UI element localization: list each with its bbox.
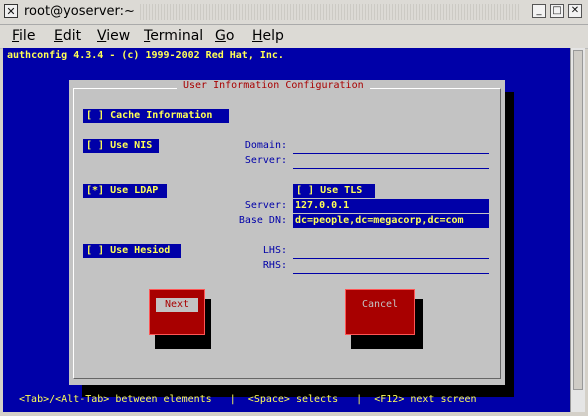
next-button-label: Next [156, 298, 198, 312]
ldap-checkbox-box: [*] [86, 185, 105, 196]
use-ldap-checkbox[interactable]: [*] Use LDAP [83, 184, 167, 198]
tls-checkbox-label: Use TLS [320, 185, 363, 196]
menu-terminal[interactable]: Terminal [144, 28, 203, 44]
window-menu-icon[interactable]: ✕ [4, 4, 18, 18]
key-help-line: <Tab>/<Alt-Tab> between elements | <Spac… [13, 394, 477, 405]
cache-checkbox-box: [ ] [86, 110, 105, 121]
nis-server-label: Server: [244, 155, 287, 166]
ldap-server-input[interactable]: 127.0.0.1 [293, 199, 489, 213]
close-button[interactable]: ✕ [568, 4, 582, 18]
menu-help-accel: H [252, 28, 263, 44]
cache-information-checkbox[interactable]: [ ] Cache Information [83, 109, 229, 123]
ldap-basedn-input[interactable]: dc=people,dc=megacorp,dc=com [293, 214, 489, 228]
menu-file[interactable]: File [12, 28, 35, 44]
user-info-dialog: User Information Configuration [ ] Cache… [69, 80, 505, 385]
use-hesiod-checkbox[interactable]: [ ] Use Hesiod [83, 244, 181, 258]
terminal-scrollbar[interactable] [570, 48, 585, 412]
cache-checkbox-label: Cache Information [110, 110, 213, 121]
nis-domain-input[interactable] [293, 139, 489, 154]
menu-file-label: ile [19, 28, 36, 44]
menu-bar: File Edit View Terminal Go Help [0, 25, 588, 49]
menu-edit-accel: E [54, 28, 63, 44]
title-bar-grip [140, 4, 520, 20]
menu-view[interactable]: View [97, 28, 130, 44]
menu-edit[interactable]: Edit [54, 28, 81, 44]
window-title: root@yoserver:~ [24, 4, 135, 19]
hesiod-rhs-input[interactable] [293, 259, 489, 274]
cancel-button-label: Cancel [361, 299, 399, 310]
menu-go-accel: G [215, 28, 226, 44]
menu-go-label: o [225, 28, 235, 44]
next-button[interactable]: Next [149, 289, 205, 335]
ldap-basedn-label: Base DN: [238, 215, 287, 226]
menu-view-label: iew [106, 28, 131, 44]
hesiod-lhs-input[interactable] [293, 244, 489, 259]
dialog-title: User Information Configuration [177, 80, 370, 91]
menu-help[interactable]: Help [252, 28, 284, 44]
scrollbar-thumb[interactable] [573, 50, 583, 390]
nis-checkbox-box: [ ] [86, 140, 105, 151]
terminal-screen[interactable]: authconfig 4.3.4 - (c) 1999-2002 Red Hat… [3, 48, 585, 412]
menu-terminal-label: erminal [150, 28, 204, 44]
menu-help-label: elp [262, 28, 284, 44]
maximize-button[interactable]: □ [550, 4, 564, 18]
menu-go[interactable]: Go [215, 28, 234, 44]
window-title-bar[interactable]: ✕ root@yoserver:~ _ □ ✕ [0, 0, 588, 25]
tls-checkbox-box: [ ] [296, 185, 315, 196]
program-header: authconfig 4.3.4 - (c) 1999-2002 Red Hat… [7, 50, 284, 61]
use-tls-checkbox[interactable]: [ ] Use TLS [293, 184, 375, 198]
menu-view-accel: V [97, 28, 107, 44]
minimize-button[interactable]: _ [532, 4, 546, 18]
hesiod-lhs-label: LHS: [262, 245, 287, 256]
hesiod-checkbox-label: Use Hesiod [110, 245, 171, 256]
hesiod-rhs-label: RHS: [262, 260, 287, 271]
menu-file-accel: F [12, 28, 20, 44]
use-nis-checkbox[interactable]: [ ] Use NIS [83, 139, 159, 153]
menu-edit-label: dit [62, 28, 82, 44]
ldap-server-label: Server: [244, 200, 287, 211]
nis-server-input[interactable] [293, 154, 489, 169]
dialog-frame [73, 88, 501, 379]
hesiod-checkbox-box: [ ] [86, 245, 105, 256]
nis-checkbox-label: Use NIS [110, 140, 153, 151]
cancel-button[interactable]: Cancel [345, 289, 415, 335]
nis-domain-label: Domain: [244, 140, 287, 151]
ldap-checkbox-label: Use LDAP [110, 185, 159, 196]
